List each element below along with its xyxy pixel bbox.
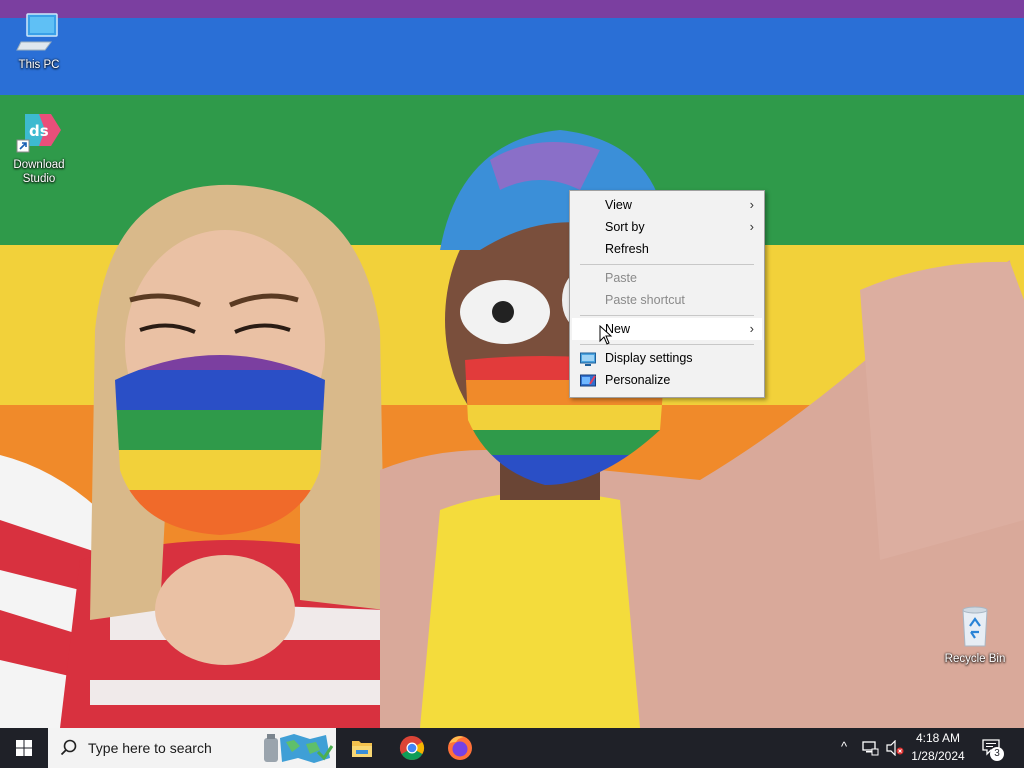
taskbar-app-chrome[interactable] [388,728,436,768]
volume-muted-icon [886,740,904,756]
menu-item-label: Paste shortcut [605,293,685,307]
taskbar-clock[interactable]: 4:18 AM 1/28/2024 [906,728,970,768]
menu-item-refresh[interactable]: Refresh [572,238,762,260]
menu-item-label: Personalize [605,373,671,387]
menu-item-sort-by[interactable]: Sort by › [572,216,762,238]
start-button[interactable] [0,728,48,768]
search-icon [60,739,77,756]
chevron-right-icon: › [749,197,754,212]
menu-item-view[interactable]: View › [572,194,762,216]
desktop-icon-this-pc[interactable]: This PC [1,8,77,72]
taskbar-app-firefox[interactable] [436,728,484,768]
volume-tray-button[interactable] [884,728,906,768]
clock-date: 1/28/2024 [911,749,965,763]
desktop-icon-label: Recycle Bin [944,653,1006,665]
notification-count-badge: 3 [990,747,1004,761]
desktop-icon-label: This PC [18,59,60,71]
chrome-icon [399,736,425,761]
recycle-bin-icon [951,602,999,650]
menu-separator [580,264,754,265]
display-icon [580,351,596,366]
search-placeholder: Type here to search [88,740,212,756]
personalize-icon [580,373,596,387]
action-center-button[interactable]: 3 [976,728,1016,768]
search-highlight-image [264,734,334,763]
menu-item-label: View [605,198,632,212]
chevron-right-icon: › [749,219,754,234]
menu-item-paste[interactable]: Paste [572,267,762,289]
network-tray-button[interactable] [860,728,882,768]
taskbar: Type here to search ^ 4:18 AM 1/28/2024 … [0,728,1024,768]
menu-item-label: Display settings [605,351,693,365]
network-icon [862,741,879,756]
desktop-icon-download-studio[interactable]: ds Download Studio [1,108,77,186]
download-studio-icon: ds [15,108,63,156]
desktop-icon-recycle-bin[interactable]: Recycle Bin [937,602,1013,666]
svg-text:ds: ds [29,122,49,140]
menu-item-label: Refresh [605,242,649,256]
desktop-icon-label: Download Studio [13,159,65,185]
wallpaper-photo [0,130,1024,728]
chevron-right-icon: › [749,321,754,336]
menu-item-personalize[interactable]: Personalize [572,369,762,391]
firefox-icon [448,736,472,760]
menu-separator [580,315,754,316]
menu-item-label: Sort by [605,220,645,234]
menu-item-display-settings[interactable]: Display settings [572,347,762,369]
windows-logo-icon [16,740,32,756]
taskbar-search-box[interactable]: Type here to search [48,728,336,768]
desktop-context-menu: View › Sort by › Refresh Paste Paste sho… [569,190,765,398]
clock-time: 4:18 AM [915,731,961,745]
mouse-cursor-icon [599,325,613,345]
desktop-wallpaper[interactable] [0,0,1024,728]
taskbar-app-file-explorer[interactable] [338,728,386,768]
show-hidden-icons-button[interactable]: ^ [838,728,854,768]
chevron-up-icon: ^ [841,739,848,754]
file-explorer-icon [352,741,372,757]
computer-icon [15,8,63,56]
menu-item-paste-shortcut[interactable]: Paste shortcut [572,289,762,311]
menu-item-label: Paste [605,271,637,285]
